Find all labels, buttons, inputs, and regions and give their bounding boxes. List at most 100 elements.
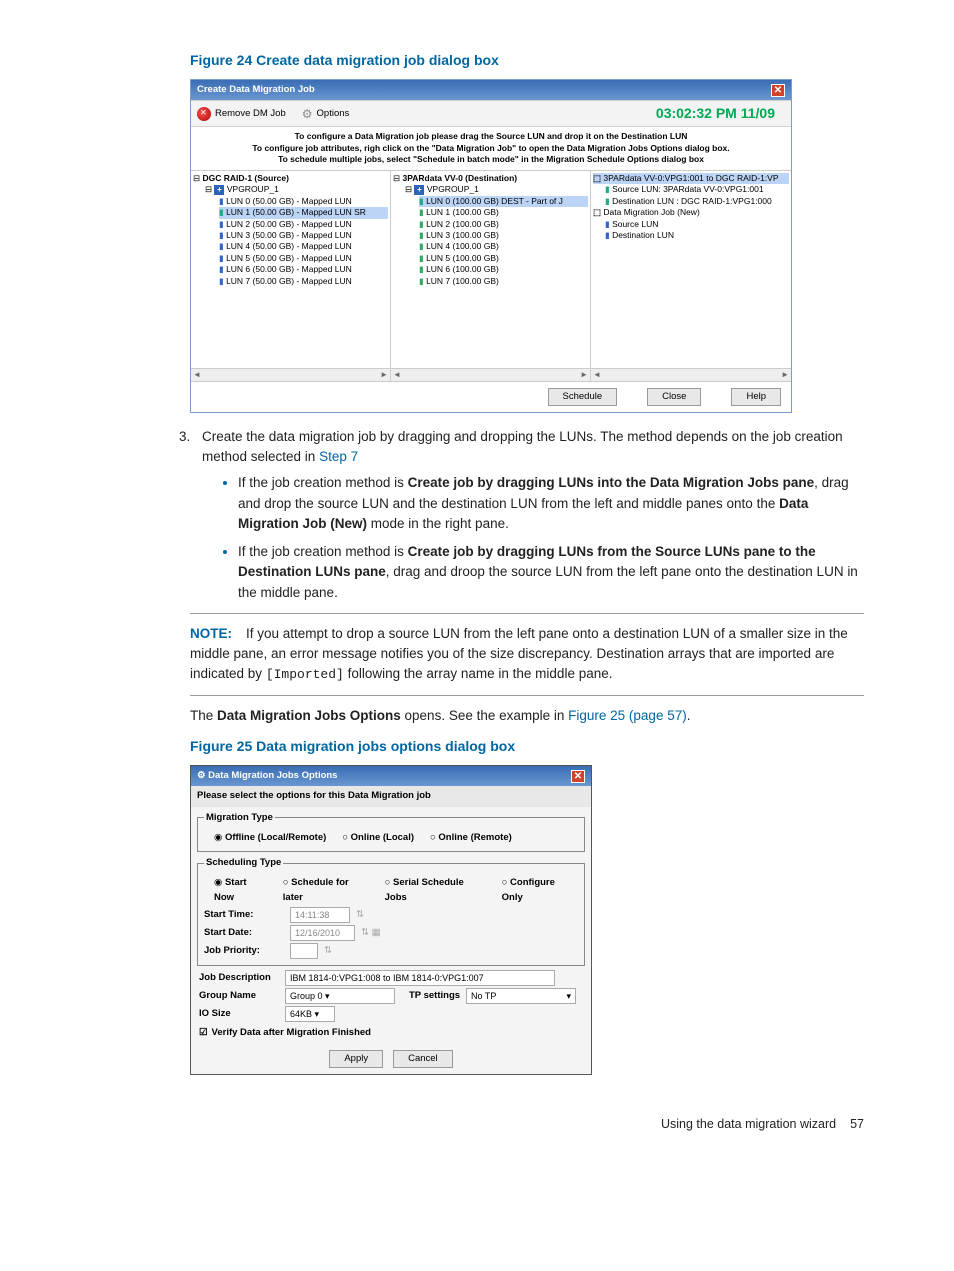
tree-lun[interactable]: ▮ LUN 4 (100.00 GB) xyxy=(419,241,588,252)
configure-only-radio[interactable]: ○ Configure Only xyxy=(502,876,578,905)
dialog-titlebar: ⚙ Data Migration Jobs Options ✕ xyxy=(191,766,591,786)
imported-token: [Imported] xyxy=(266,667,344,682)
tp-settings-label: TP settings xyxy=(409,989,460,1003)
tree-lun[interactable]: ▮ LUN 1 (50.00 GB) - Mapped LUN SR xyxy=(219,207,388,218)
job-desc-label: Job Description xyxy=(199,971,279,985)
dialog-title: Data Migration Jobs Options xyxy=(208,770,337,781)
tree-lun[interactable]: ▮ LUN 5 (100.00 GB) xyxy=(419,253,588,264)
start-time-input[interactable]: 14:11:38 xyxy=(290,907,350,923)
tree-lun[interactable]: ▮ LUN 2 (100.00 GB) xyxy=(419,219,588,230)
plus-icon: + xyxy=(214,185,224,195)
page-footer: Using the data migration wizard 57 xyxy=(150,1115,864,1134)
close-icon[interactable]: ✕ xyxy=(571,770,585,783)
source-lun-pane[interactable]: ⊟ DGC RAID-1 (Source) ⊟ + VPGROUP_1 ▮ LU… xyxy=(191,171,391,381)
job-new[interactable]: ⬚ Data Migration Job (New) xyxy=(593,207,789,218)
step3-text: Create the data migration job by draggin… xyxy=(202,429,843,464)
schedule-button[interactable]: Schedule xyxy=(548,388,618,406)
verify-data-checkbox[interactable]: ☑ Verify Data after Migration Finished xyxy=(199,1026,583,1040)
options-button[interactable]: ⚙ Options xyxy=(302,105,350,123)
figure-25-link[interactable]: Figure 25 (page 57) xyxy=(568,708,687,723)
io-size-select[interactable]: 64KB ▾ xyxy=(285,1006,335,1022)
page-number: 57 xyxy=(850,1115,864,1134)
tree-lun[interactable]: ▮ LUN 5 (50.00 GB) - Mapped LUN xyxy=(219,253,388,264)
migration-type-legend: Migration Type xyxy=(204,811,275,825)
tree-root[interactable]: ⊟ DGC RAID-1 (Source) xyxy=(193,173,388,184)
dm-jobs-pane[interactable]: ⬚ 3PARdata VV-0:VPG1:001 to DGC RAID-1:V… xyxy=(591,171,791,381)
start-date-label: Start Date: xyxy=(204,926,284,940)
io-size-label: IO Size xyxy=(199,1007,279,1021)
h-scrollbar[interactable]: ◄► xyxy=(191,368,390,381)
schedule-later-radio[interactable]: ○ Schedule for later xyxy=(283,876,371,905)
offline-radio[interactable]: ◉ Offline (Local/Remote) xyxy=(214,831,326,845)
open-line: The Data Migration Jobs Options opens. S… xyxy=(190,706,864,726)
step-7-link[interactable]: Step 7 xyxy=(319,449,358,464)
tree-lun[interactable]: ▮ LUN 0 (50.00 GB) - Mapped LUN xyxy=(219,196,388,207)
tp-settings-select[interactable]: No TP ▾ xyxy=(466,988,576,1004)
remove-label: Remove DM Job xyxy=(215,107,286,121)
group-name-select[interactable]: Group 0 ▾ xyxy=(285,988,395,1004)
group-name-label: Group Name xyxy=(199,989,279,1003)
tree-lun[interactable]: ▮ LUN 1 (100.00 GB) xyxy=(419,207,588,218)
tree-lun[interactable]: ▮ LUN 7 (100.00 GB) xyxy=(419,276,588,287)
step-3: Create the data migration job by draggin… xyxy=(194,427,864,603)
hint-line-2: To configure job attributes, righ click … xyxy=(191,143,791,154)
tree-lun[interactable]: ▮ LUN 3 (100.00 GB) xyxy=(419,230,588,241)
cancel-button[interactable]: Cancel xyxy=(393,1050,453,1068)
scheduling-type-legend: Scheduling Type xyxy=(204,856,283,870)
destination-lun-pane[interactable]: ⊟ 3PARdata VV-0 (Destination) ⊟ + VPGROU… xyxy=(391,171,591,381)
apply-button[interactable]: Apply xyxy=(329,1050,383,1068)
dest-lun-line: ▮ Destination LUN : DGC RAID-1:VPG1:000 xyxy=(605,196,789,207)
help-button[interactable]: Help xyxy=(731,388,781,406)
source-lun-line: ▮ Source LUN: 3PARdata VV-0:VPG1:001 xyxy=(605,184,789,195)
source-lun-slot[interactable]: ▮ Source LUN xyxy=(605,219,789,230)
plus-icon: + xyxy=(414,185,424,195)
dialog-titlebar: Create Data Migration Job ✕ xyxy=(191,80,791,100)
clock-display: 03:02:32 PM 11/09 xyxy=(365,103,785,124)
tree-lun[interactable]: ▮ LUN 0 (100.00 GB) DEST - Part of J xyxy=(419,196,588,207)
gear-icon: ⚙ xyxy=(302,105,313,123)
tree-root[interactable]: ⊟ 3PARdata VV-0 (Destination) xyxy=(393,173,588,184)
h-scrollbar[interactable]: ◄► xyxy=(591,368,791,381)
dm-jobs-options-dialog: ⚙ Data Migration Jobs Options ✕ Please s… xyxy=(190,765,592,1075)
tree-group[interactable]: ⊟ + VPGROUP_1 xyxy=(205,184,388,195)
tree-lun[interactable]: ▮ LUN 4 (50.00 GB) - Mapped LUN xyxy=(219,241,388,252)
dest-lun-slot[interactable]: ▮ Destination LUN xyxy=(605,230,789,241)
close-button[interactable]: Close xyxy=(647,388,701,406)
step-list: Create the data migration job by draggin… xyxy=(150,427,864,603)
hint-line-1: To configure a Data Migration job please… xyxy=(191,131,791,142)
scheduling-type-group: Scheduling Type ◉ Start Now ○ Schedule f… xyxy=(197,856,585,966)
bullet-2: If the job creation method is Create job… xyxy=(238,542,864,603)
dialog-title: Create Data Migration Job xyxy=(197,83,315,97)
note-body-2: following the array name in the middle p… xyxy=(344,666,613,681)
online-local-radio[interactable]: ○ Online (Local) xyxy=(342,831,414,845)
create-dm-job-dialog: Create Data Migration Job ✕ Remove DM Jo… xyxy=(190,79,792,413)
h-scrollbar[interactable]: ◄► xyxy=(391,368,590,381)
remove-icon xyxy=(197,107,211,121)
note-label: NOTE: xyxy=(190,626,232,641)
start-now-radio[interactable]: ◉ Start Now xyxy=(214,876,269,905)
start-date-input[interactable]: 12/16/2010 xyxy=(290,925,355,941)
tree-group[interactable]: ⊟ + VPGROUP_1 xyxy=(405,184,588,195)
tree-lun[interactable]: ▮ LUN 2 (50.00 GB) - Mapped LUN xyxy=(219,219,388,230)
options-label: Options xyxy=(317,107,350,121)
tree-lun[interactable]: ▮ LUN 6 (50.00 GB) - Mapped LUN xyxy=(219,264,388,275)
close-icon[interactable]: ✕ xyxy=(771,84,785,97)
dialog-subtitle: Please select the options for this Data … xyxy=(191,786,591,806)
serial-schedule-radio[interactable]: ○ Serial Schedule Jobs xyxy=(385,876,488,905)
tree-lun[interactable]: ▮ LUN 6 (100.00 GB) xyxy=(419,264,588,275)
tree-lun[interactable]: ▮ LUN 3 (50.00 GB) - Mapped LUN xyxy=(219,230,388,241)
figure-25-caption: Figure 25 Data migration jobs options di… xyxy=(190,736,864,757)
online-remote-radio[interactable]: ○ Online (Remote) xyxy=(430,831,512,845)
figure-24-caption: Figure 24 Create data migration job dial… xyxy=(190,50,864,71)
remove-dm-job-button[interactable]: Remove DM Job xyxy=(197,107,286,121)
job-header[interactable]: ⬚ 3PARdata VV-0:VPG1:001 to DGC RAID-1:V… xyxy=(593,173,789,184)
bullet-1: If the job creation method is Create job… xyxy=(238,473,864,534)
job-desc-input[interactable]: IBM 1814-0:VPG1:008 to IBM 1814-0:VPG1:0… xyxy=(285,970,555,986)
migration-type-group: Migration Type ◉ Offline (Local/Remote) … xyxy=(197,811,585,853)
toolbar: Remove DM Job ⚙ Options 03:02:32 PM 11/0… xyxy=(191,100,791,127)
footer-text: Using the data migration wizard xyxy=(661,1115,836,1134)
tree-lun[interactable]: ▮ LUN 7 (50.00 GB) - Mapped LUN xyxy=(219,276,388,287)
hint-text: To configure a Data Migration job please… xyxy=(191,127,791,170)
job-priority-input[interactable] xyxy=(290,943,318,959)
start-time-label: Start Time: xyxy=(204,908,284,922)
